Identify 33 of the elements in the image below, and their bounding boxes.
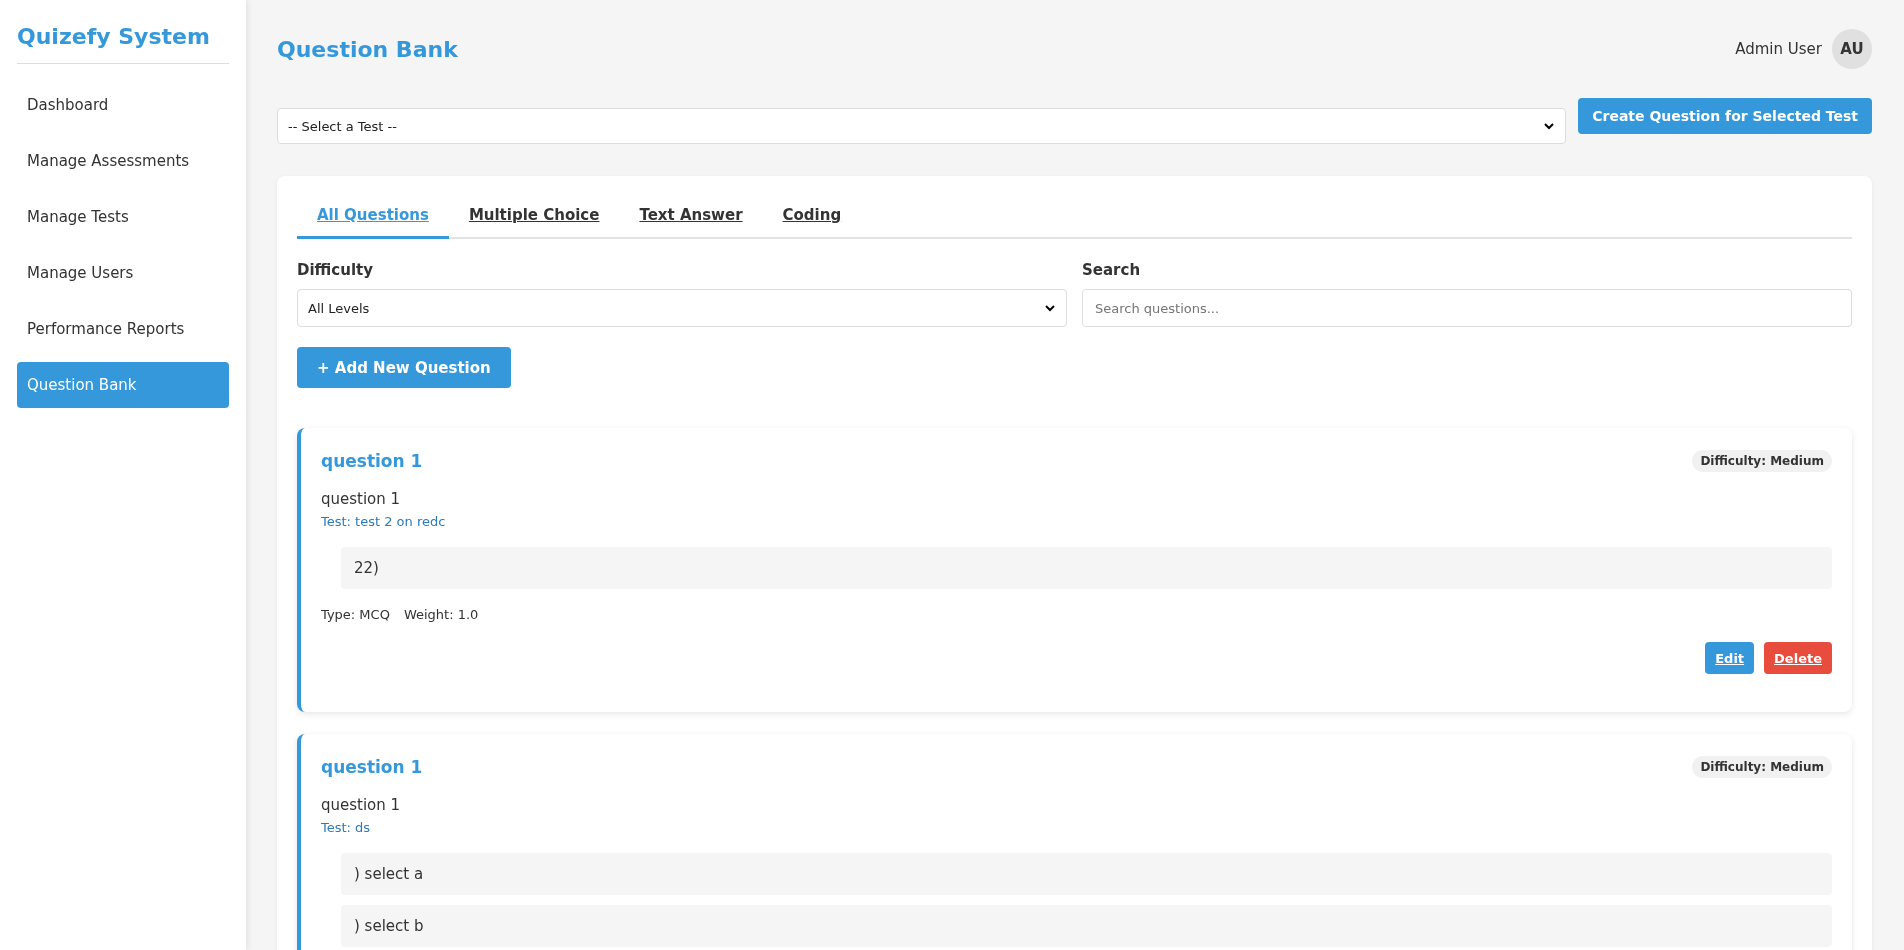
sidebar-item[interactable]: Dashboard bbox=[17, 82, 229, 128]
difficulty-select[interactable]: All Levels bbox=[297, 289, 1067, 327]
delete-button[interactable]: Delete bbox=[1764, 642, 1832, 674]
app-title: Quizefy System bbox=[17, 0, 229, 64]
chevron-down-icon bbox=[1543, 120, 1556, 132]
search-field[interactable]: Search questions... bbox=[1082, 289, 1852, 327]
sidebar-item[interactable]: Manage Tests bbox=[17, 194, 229, 240]
question-title: question 1 bbox=[321, 757, 423, 777]
question-type: Type: MCQ bbox=[321, 607, 390, 622]
field-label: Difficulty bbox=[297, 261, 374, 279]
difficulty-tag: Difficulty: Medium bbox=[1692, 756, 1832, 778]
question-title: question 1 bbox=[321, 451, 423, 471]
test-name: Test: ds bbox=[321, 820, 372, 835]
page-title: Question Bank bbox=[277, 36, 458, 62]
answer-option: ) select a bbox=[341, 853, 1832, 895]
chevron-down-icon bbox=[1044, 302, 1056, 314]
question-text: question 1 bbox=[321, 796, 402, 814]
answer-option: ) select b bbox=[341, 905, 1832, 947]
question-text: question 1 bbox=[321, 490, 402, 508]
tab[interactable]: Text Answer bbox=[619, 196, 763, 239]
test-name: Test: test 2 on redc bbox=[321, 514, 447, 529]
field-label: Search bbox=[1082, 261, 1142, 279]
question-weight: Weight: 1.0 bbox=[403, 607, 479, 622]
difficulty-tag: Difficulty: Medium bbox=[1692, 450, 1832, 472]
test-select[interactable]: -- Select a Test -- bbox=[277, 108, 1567, 144]
sidebar-item[interactable]: Manage Users bbox=[17, 250, 229, 296]
sidebar-item[interactable]: Manage Assessments bbox=[17, 138, 229, 184]
tab[interactable]: Coding bbox=[762, 196, 862, 239]
user-avatar[interactable]: AU bbox=[1832, 29, 1872, 69]
sidebar-item[interactable]: Performance Reports bbox=[17, 306, 229, 352]
answer-option: 22) bbox=[341, 547, 1832, 589]
tab[interactable]: Multiple Choice bbox=[448, 196, 620, 239]
user-name: Admin User bbox=[1735, 40, 1822, 58]
